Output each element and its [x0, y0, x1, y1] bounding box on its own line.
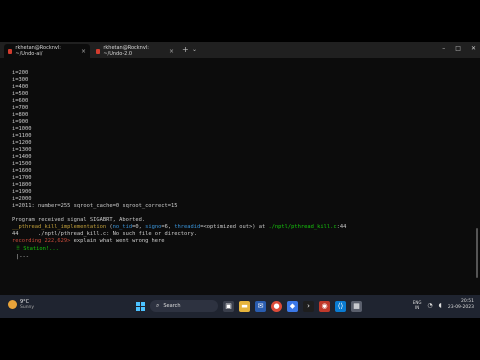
- close-tab-icon[interactable]: ×: [169, 48, 174, 55]
- prompt-command: explain what went wrong here: [70, 238, 165, 244]
- taskbar-apps: ⌕ Search ▣ ▬ ✉ ● ◆ › ◉ ⟨⟩ ▦: [136, 300, 362, 312]
- taskbar-search[interactable]: ⌕ Search: [150, 300, 218, 312]
- close-tab-icon[interactable]: ×: [81, 48, 86, 55]
- app-icon[interactable]: ▦: [351, 300, 362, 312]
- window-controls: – □ ✕: [442, 45, 476, 52]
- frame-arg-name: signo: [145, 224, 162, 230]
- wifi-icon[interactable]: ◔: [427, 302, 432, 309]
- tab-undo-2[interactable]: rkhetan@Rocknvl: ~/Undo-2.0 ×: [92, 44, 178, 58]
- frame-function: __pthread_kill_implementation: [12, 224, 107, 230]
- terminal-line: i=700: [12, 105, 29, 111]
- signal-line: Program received signal SIGABRT, Aborted…: [12, 217, 146, 223]
- clock-date: 23-09-2023: [447, 305, 474, 310]
- weather-condition: Sunny: [20, 305, 35, 310]
- video-letterbox-bottom: [0, 318, 480, 360]
- task-view-icon[interactable]: ▣: [223, 300, 234, 312]
- tab-label: rkhetan@Rocknvl: ~/Undo-ai/: [15, 45, 61, 57]
- terminal-line: i=800: [12, 112, 29, 118]
- terminal-line: i=400: [12, 84, 29, 90]
- frame-file: ./nptl/pthread_kill.c: [268, 224, 337, 230]
- frame-arg-value: =6,: [161, 224, 175, 230]
- terminal-line: i=1800: [12, 182, 32, 188]
- language-indicator[interactable]: ENG IN: [413, 300, 422, 310]
- frame-arg-value: =<optimized out>) at: [200, 224, 269, 230]
- close-window-button[interactable]: ✕: [471, 45, 476, 52]
- terminal-line: i=2000: [12, 196, 32, 202]
- search-icon: ⌕: [156, 302, 160, 309]
- status-indicator: ⠿ Station!...: [16, 246, 59, 252]
- tab-label: rkhetan@Rocknvl: ~/Undo-2.0: [103, 45, 149, 57]
- frame-arg-value: =0,: [132, 224, 146, 230]
- terminal-tab-bar: rkhetan@Rocknvl: ~/Undo-ai/ × rkhetan@Ro…: [0, 42, 480, 58]
- ubuntu-app-icon[interactable]: ◉: [319, 300, 330, 312]
- vscode-icon[interactable]: ⟨⟩: [335, 300, 346, 312]
- ubuntu-icon: [8, 48, 13, 54]
- windows-start-icon[interactable]: [136, 301, 145, 311]
- terminal-line: i=600: [12, 98, 29, 104]
- tab-undo-ai[interactable]: rkhetan@Rocknvl: ~/Undo-ai/ ×: [4, 44, 90, 58]
- video-letterbox-top: [0, 0, 480, 42]
- chevron-down-icon[interactable]: ⌄: [192, 46, 197, 53]
- frame-arg-name: no_tid: [112, 224, 133, 230]
- maximize-button[interactable]: □: [455, 45, 461, 52]
- mail-icon[interactable]: ✉: [255, 300, 266, 312]
- terminal-line: i=300: [12, 77, 29, 83]
- terminal-scrollbar[interactable]: [476, 228, 478, 278]
- terminal-line: i=1400: [12, 154, 32, 160]
- terminal-line: i=1500: [12, 161, 32, 167]
- chrome-icon[interactable]: ●: [271, 300, 282, 312]
- clock[interactable]: 20:51 23-09-2023: [448, 299, 474, 311]
- frame-arg-name: threadid: [174, 224, 201, 230]
- status-progress: |---: [16, 254, 29, 260]
- prompt-label: recording 222,629>: [12, 238, 71, 244]
- result-line: i=2011: number=255 sqroot_cache=0 sqroot…: [12, 203, 178, 209]
- terminal-line: i=1100: [12, 133, 32, 139]
- minimize-button[interactable]: –: [442, 45, 445, 52]
- windows-taskbar: 9°C Sunny ⌕ Search ▣ ▬ ✉ ● ◆ › ◉ ⟨⟩ ▦ EN…: [0, 295, 480, 318]
- region-code: IN: [415, 305, 420, 310]
- terminal-line: i=1600: [12, 168, 32, 174]
- terminal-line: i=1000: [12, 126, 32, 132]
- prompt-line[interactable]: recording 222,629> explain what went wro…: [12, 238, 165, 245]
- new-tab-button[interactable]: +: [182, 45, 189, 54]
- store-icon[interactable]: ◆: [287, 300, 298, 312]
- terminal-line: i=1900: [12, 189, 32, 195]
- weather-widget[interactable]: 9°C Sunny: [8, 299, 34, 310]
- terminal-line: i=900: [12, 119, 29, 125]
- ubuntu-icon: [96, 48, 101, 54]
- file-explorer-icon[interactable]: ▬: [239, 300, 250, 312]
- terminal-app-icon[interactable]: ›: [303, 300, 314, 312]
- sun-icon: [8, 300, 17, 309]
- terminal-line: i=1700: [12, 175, 32, 181]
- terminal-output[interactable]: i=200 i=300 i=400 i=500 i=600 i=700 i=80…: [0, 58, 480, 295]
- volume-icon[interactable]: ◖: [439, 302, 442, 309]
- frame-line-number: :44: [336, 224, 347, 230]
- system-tray: ENG IN ◔ ◖ 20:51 23-09-2023: [413, 299, 474, 311]
- terminal-line: i=500: [12, 91, 29, 97]
- terminal-line: i=200: [12, 70, 29, 76]
- terminal-line: i=1300: [12, 147, 32, 153]
- stack-frame-line: __pthread_kill_implementation (no_tid=0,…: [12, 224, 346, 231]
- search-placeholder: Search: [163, 303, 181, 309]
- source-error-line: 44 ./nptl/pthread_kill.c: No such file o…: [12, 231, 197, 237]
- terminal-line: i=1200: [12, 140, 32, 146]
